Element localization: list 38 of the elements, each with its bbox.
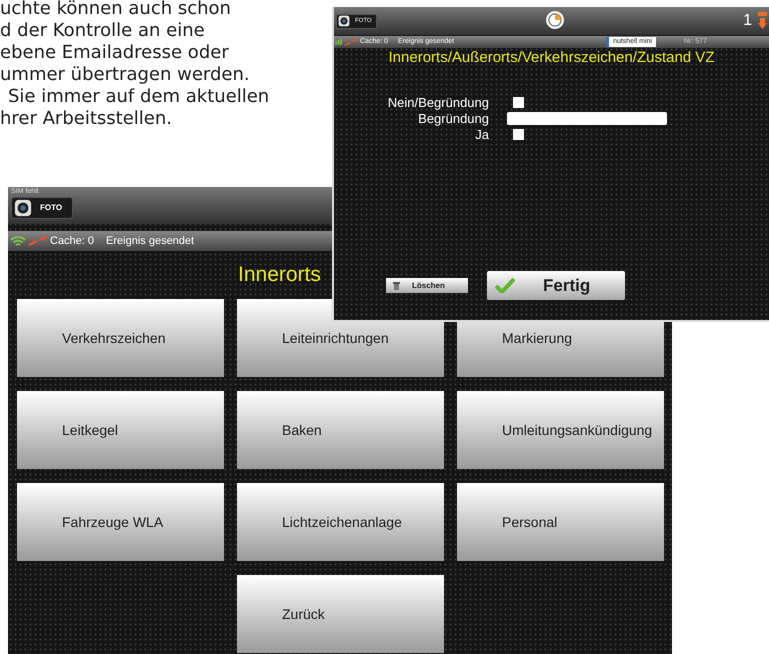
pie-chart-icon	[545, 10, 565, 30]
checkbox[interactable]	[513, 97, 524, 108]
cache-text: Cache: 0	[50, 234, 94, 249]
field-label: Begründung	[417, 111, 489, 126]
paragraph-line: Sie immer auf dem aktuellen	[7, 86, 270, 108]
paragraph-line: ummer übertragen werden.	[0, 64, 251, 86]
field-label: Ja	[474, 127, 489, 142]
menu-button[interactable]: Fahrzeuge WLA	[17, 483, 224, 561]
photo-button[interactable]: FOTO	[11, 197, 73, 219]
screen-title: Innerorts	[238, 262, 321, 288]
menu-button[interactable]: Personal	[457, 483, 664, 561]
checkmark-icon	[495, 278, 515, 293]
menu-button[interactable]: Verkehrszeichen	[17, 299, 224, 377]
paragraph-line: d der Kontrolle an eine	[0, 20, 206, 42]
cable-icon	[28, 236, 48, 246]
menu-button[interactable]: Leitkegel	[17, 391, 224, 469]
checkbox[interactable]	[513, 129, 524, 140]
menu-button[interactable]: Zurück	[237, 575, 444, 653]
cable-icon	[344, 38, 358, 46]
paragraph-line: ebene Emailadresse oder	[0, 42, 230, 64]
event-text: Ereignis gesendet	[106, 234, 194, 249]
done-button[interactable]: Fertig	[487, 271, 625, 300]
paragraph-line: hrer Arbeitsstellen.	[0, 108, 173, 130]
camera-icon	[338, 15, 350, 27]
counter-text: 1	[743, 11, 752, 31]
menu-button[interactable]: Baken	[237, 391, 444, 469]
trash-icon	[393, 282, 400, 290]
download-arrow-icon	[758, 12, 767, 30]
field-label: Nein/Begründung	[386, 95, 489, 110]
screen-title: Innerorts/Außerorts/Verkehrszeichen/Zustand VZ	[388, 48, 716, 68]
paragraph-line: uchte können auch schon	[0, 0, 232, 20]
menu-button[interactable]: Lichtzeichenanlage	[237, 483, 444, 561]
signal-icon	[335, 38, 342, 46]
menu-button[interactable]: Umleitungsankündigung	[457, 391, 664, 469]
delete-button[interactable]: Löschen	[386, 278, 468, 293]
wifi-icon	[10, 235, 26, 247]
text-field[interactable]	[507, 112, 667, 125]
camera-icon	[14, 199, 32, 217]
